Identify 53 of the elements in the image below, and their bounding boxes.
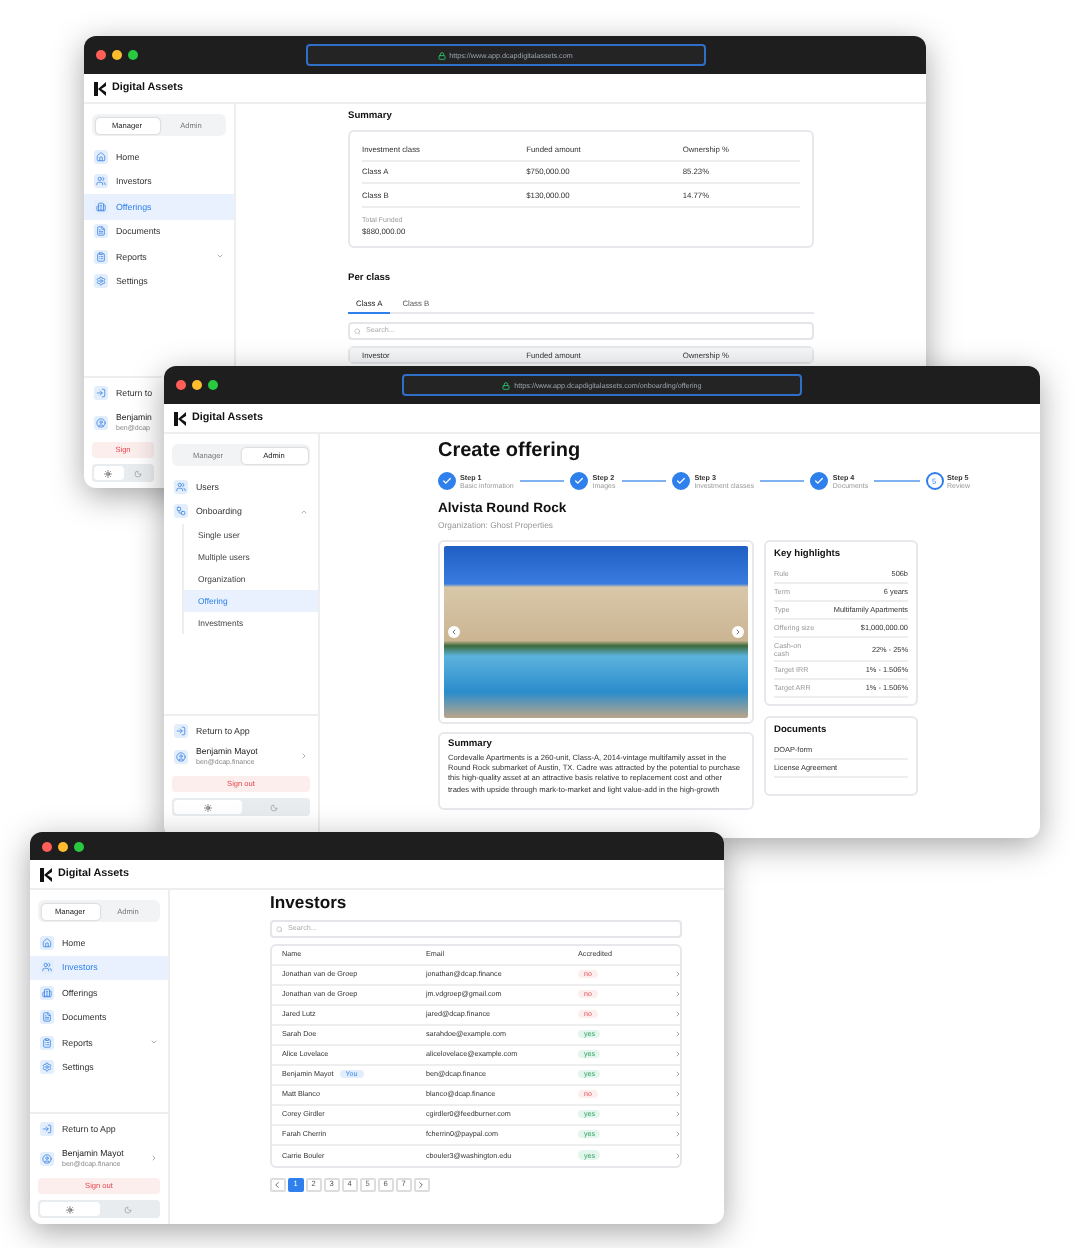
users-icon xyxy=(40,960,54,975)
workflow-icon xyxy=(174,504,188,519)
maximize-button[interactable] xyxy=(74,841,84,851)
page-title: Create offering xyxy=(438,440,583,462)
previous-page-button[interactable] xyxy=(270,1177,285,1192)
lock-icon xyxy=(437,51,446,59)
login-icon xyxy=(40,1122,54,1137)
step-connector xyxy=(759,480,805,482)
document-icon xyxy=(94,224,108,239)
settings-icon xyxy=(94,274,108,289)
theme-button[interactable] xyxy=(40,1202,99,1216)
step-connector xyxy=(519,480,565,482)
building-icon xyxy=(40,985,54,1000)
logo-icon xyxy=(40,867,52,881)
next-page-button[interactable] xyxy=(414,1177,429,1192)
maximize-button[interactable] xyxy=(208,380,218,390)
settings-icon xyxy=(40,1060,54,1075)
moon-icon xyxy=(133,469,142,477)
maximize-button[interactable] xyxy=(128,50,138,60)
users-icon xyxy=(94,174,108,189)
moon-icon xyxy=(270,803,279,811)
moon-icon xyxy=(124,1205,133,1213)
clipboard-icon xyxy=(40,1035,54,1050)
minimize-button[interactable] xyxy=(192,380,202,390)
close-button[interactable] xyxy=(96,50,106,60)
close-button[interactable] xyxy=(176,380,186,390)
minimize-button[interactable] xyxy=(112,50,122,60)
logo-icon xyxy=(174,411,186,425)
close-button[interactable] xyxy=(42,841,52,851)
user-avatar-icon xyxy=(40,1151,54,1165)
theme-button[interactable] xyxy=(174,800,241,814)
chevron-left-icon xyxy=(272,1179,283,1190)
minimize-button[interactable] xyxy=(58,841,68,851)
building-icon xyxy=(94,199,108,214)
house-icon xyxy=(40,935,54,950)
chevron-right-icon xyxy=(416,1179,427,1190)
step-connector xyxy=(874,480,919,482)
house-icon xyxy=(94,149,108,164)
sun-icon xyxy=(203,803,212,811)
login-icon xyxy=(174,723,188,737)
logo-icon xyxy=(94,81,106,95)
sun-icon xyxy=(65,1205,74,1213)
step-connector xyxy=(621,480,667,482)
sun-icon xyxy=(104,469,113,477)
login-icon xyxy=(94,386,108,401)
clipboard-icon xyxy=(94,249,108,264)
user-avatar-icon xyxy=(174,749,188,763)
users-icon xyxy=(174,479,188,494)
lock-icon xyxy=(502,381,511,389)
document-icon xyxy=(40,1010,54,1025)
user-avatar-icon xyxy=(94,415,108,429)
page-title: Investors xyxy=(270,892,349,912)
theme-button[interactable] xyxy=(94,466,123,480)
